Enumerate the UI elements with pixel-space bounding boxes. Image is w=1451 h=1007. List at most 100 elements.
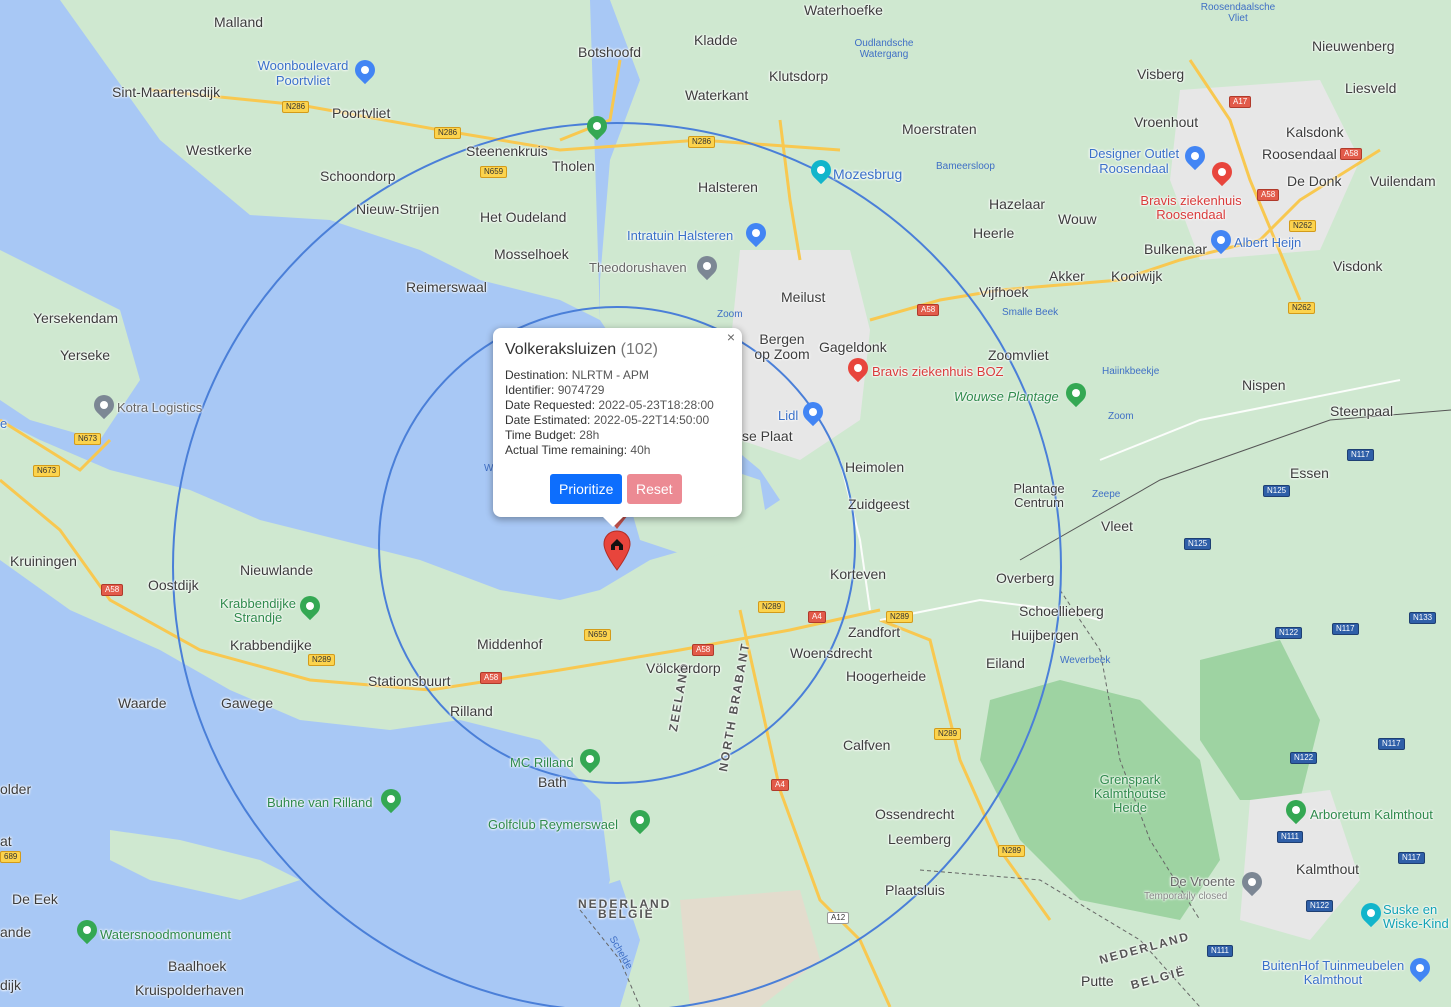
detail-value: 9074729 <box>557 383 605 397</box>
road-shield: N262 <box>1289 220 1317 232</box>
place-label: Hoogerheide <box>846 668 927 684</box>
poi-label[interactable]: Bravis ziekenhuis Roosendaal <box>1136 194 1246 222</box>
prioritize-button[interactable]: Prioritize <box>550 474 623 504</box>
place-label: Yerseke <box>60 347 111 363</box>
road-shield: A4 <box>771 779 789 791</box>
place-label: Yersekendam <box>33 310 119 326</box>
road-shield: N117 <box>1347 449 1374 461</box>
place-label: Moerstraten <box>902 121 977 137</box>
poi-label[interactable]: Grenspark Kalmthoutse Heide <box>1088 773 1172 815</box>
road-shield: A58 <box>692 644 715 656</box>
detail-value: 2022-05-22T14:50:00 <box>593 413 710 427</box>
road-shield: 689 <box>0 851 22 863</box>
poi-label[interactable]: Theodorushaven <box>589 260 687 276</box>
map-canvas[interactable]: NEDERLAND BELGIË NEDERLAND BELGIË ZEELAN… <box>0 0 1451 1007</box>
place-label: Waarde <box>118 695 167 711</box>
road-shield: N673 <box>74 433 102 445</box>
place-label: Hazelaar <box>989 196 1046 212</box>
poi-label[interactable]: MC Rilland <box>510 755 574 771</box>
poi-closed-label: Temporarily closed <box>1144 891 1228 902</box>
place-label: Poortvliet <box>332 105 391 121</box>
place-label: Kladde <box>694 32 738 48</box>
location-count: (102) <box>620 341 658 358</box>
place-label: Gageldonk <box>819 339 887 355</box>
detail-label: Destination: <box>505 368 569 382</box>
info-window-tail <box>603 517 623 527</box>
reset-button[interactable]: Reset <box>627 474 682 504</box>
road-shield: A58 <box>101 584 124 596</box>
road-shield: A58 <box>1257 189 1280 201</box>
road-shield: N111 <box>1207 945 1233 957</box>
poi-label[interactable]: Bravis ziekenhuis BOZ <box>872 364 1004 380</box>
place-label: Wouw <box>1058 211 1097 227</box>
place-label: Roosendaal <box>1262 146 1337 162</box>
poi-label[interactable]: Watersnoodmonument <box>100 927 231 943</box>
place-label: De Eek <box>12 891 58 907</box>
detail-row-date-estimated: Date Estimated: 2022-05-22T14:50:00 <box>505 413 709 428</box>
place-label: e <box>0 416 8 431</box>
place-label: Plaatsluis <box>885 882 945 898</box>
poi-label[interactable]: Woonboulevard Poortvliet <box>253 58 353 88</box>
road-shield: N117 <box>1378 738 1405 750</box>
detail-value: NLRTM - APM <box>571 368 649 382</box>
poi-label[interactable]: Designer Outlet Roosendaal <box>1084 146 1184 176</box>
road-shield: N659 <box>584 629 612 641</box>
place-label: Sint-Maartensdijk <box>112 84 221 100</box>
road-shield: A58 <box>1340 148 1363 160</box>
road-shield: N286 <box>688 136 716 148</box>
place-label: Stationsbuurt <box>368 673 451 689</box>
poi-label[interactable]: Kotra Logistics <box>117 400 202 416</box>
road-shield: A4 <box>808 611 826 623</box>
place-label: Nieuwenberg <box>1312 38 1395 54</box>
road-shield: N286 <box>434 127 462 139</box>
poi-label[interactable]: Golfclub Reymerswael <box>488 817 618 833</box>
road-shield: N289 <box>934 728 962 740</box>
place-label: Essen <box>1290 465 1329 481</box>
poi-label[interactable]: Suske en Wiske-Kind <box>1383 903 1451 931</box>
place-label: Nispen <box>1242 377 1286 393</box>
place-label: Steenenkruis <box>466 143 548 159</box>
road-shield: N125 <box>1263 485 1291 497</box>
poi-label[interactable]: BuitenHof Tuinmeubelen Kalmthout <box>1253 959 1413 987</box>
place-label: Zoomvliet <box>988 347 1049 363</box>
road-shield: A17 <box>1229 96 1252 108</box>
place-label: Steenpaal <box>1330 403 1394 419</box>
place-label: Korteven <box>830 566 887 582</box>
place-label: Waterhoefke <box>804 2 883 18</box>
place-label: Liesveld <box>1345 80 1397 96</box>
place-label: Plantage Centrum <box>1013 481 1065 510</box>
road-shield: N289 <box>998 845 1026 857</box>
water-label: Oudlandsche Watergang <box>854 38 914 60</box>
place-label: se Plaat <box>742 428 793 444</box>
place-label: Botshoofd <box>578 44 642 60</box>
road-shield: N286 <box>282 101 310 113</box>
place-label: Vroenhout <box>1134 114 1199 130</box>
poi-label[interactable]: Mozesbrug <box>833 166 902 182</box>
place-label: Het Oudeland <box>480 209 567 225</box>
road-shield: A12 <box>827 912 850 924</box>
place-label: Nieuwlande <box>240 562 314 578</box>
water-label: Weverbeek <box>1060 655 1111 666</box>
road-shield: N262 <box>1288 302 1316 314</box>
place-label: Waterkant <box>685 87 749 103</box>
poi-label[interactable]: De Vroente <box>1170 874 1235 890</box>
road-shield: N122 <box>1290 752 1318 764</box>
place-label: Baalhoek <box>168 958 227 974</box>
place-label: Heimolen <box>845 459 905 475</box>
place-label: Schoellieberg <box>1019 603 1104 619</box>
place-label: Huijbergen <box>1011 627 1079 643</box>
poi-label[interactable]: Wouwse Plantage <box>954 389 1059 405</box>
poi-label[interactable]: Arboretum Kalmthout <box>1310 807 1433 823</box>
poi-label[interactable]: Buhne van Rilland <box>267 795 373 811</box>
close-icon[interactable]: × <box>724 330 738 344</box>
detail-row-identifier: Identifier: 9074729 <box>505 383 604 398</box>
poi-label[interactable]: Intratuin Halsteren <box>627 228 733 244</box>
place-label: Völckerdorp <box>646 660 721 676</box>
detail-row-date-requested: Date Requested: 2022-05-23T18:28:00 <box>505 398 714 413</box>
poi-label[interactable]: Krabbendijke Strandje <box>216 597 300 625</box>
region-label: BELGIË <box>598 907 655 921</box>
road-shield: N659 <box>480 166 508 178</box>
info-window: × Volkeraksluizen (102) Destination: NLR… <box>493 328 742 527</box>
place-label: Kruispolderhaven <box>135 982 244 998</box>
poi-label[interactable]: Albert Heijn <box>1234 235 1301 251</box>
